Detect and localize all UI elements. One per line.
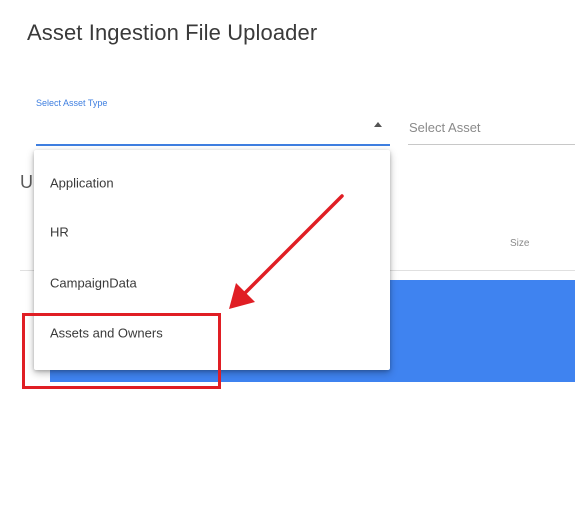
menu-item-campaigndata[interactable]: CampaignData: [34, 258, 390, 308]
asset-type-label: Select Asset Type: [36, 98, 108, 108]
menu-item-hr[interactable]: HR: [34, 207, 390, 257]
annotation-highlight-box: [22, 313, 221, 389]
page: Asset Ingestion File Uploader U Size Sel…: [0, 0, 575, 510]
asset-select-underline: [408, 144, 575, 145]
asset-select-placeholder: Select Asset: [409, 120, 481, 135]
caret-up-icon[interactable]: [374, 122, 382, 127]
menu-item-label: Application: [50, 175, 114, 191]
page-title: Asset Ingestion File Uploader: [27, 20, 318, 45]
menu-item-application[interactable]: Application: [34, 158, 390, 208]
size-column-header: Size: [510, 238, 530, 249]
asset-type-select[interactable]: Select Asset Type: [36, 98, 390, 148]
menu-item-label: HR: [50, 224, 69, 240]
asset-select[interactable]: Select Asset: [408, 112, 575, 146]
asset-type-underline: [36, 144, 390, 146]
upload-heading: U: [20, 172, 33, 192]
menu-item-label: CampaignData: [50, 275, 137, 291]
